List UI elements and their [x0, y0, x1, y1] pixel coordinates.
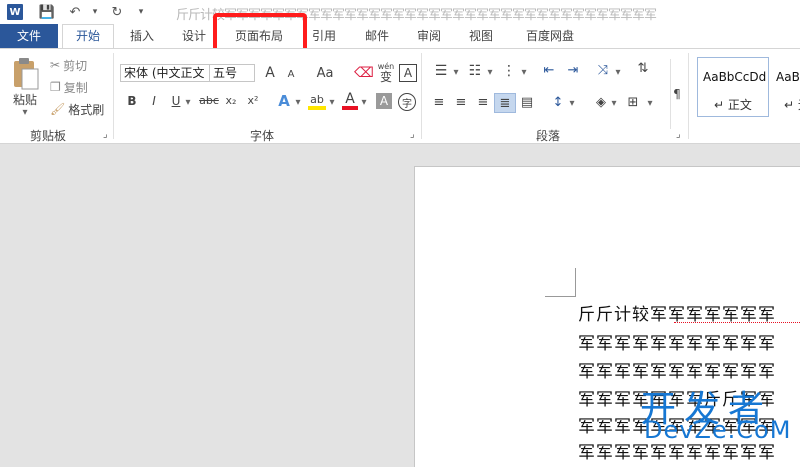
divider: [113, 53, 114, 139]
font-color-button[interactable]: A: [342, 91, 358, 110]
paste-button[interactable]: 粘贴: [8, 91, 42, 107]
show-marks-icon[interactable]: ¶: [670, 59, 683, 129]
brush-icon: 🖌: [50, 102, 66, 116]
chevron-down-icon[interactable]: ▾: [328, 97, 336, 108]
document-line[interactable]: 军军军军军军军军军军军: [578, 357, 776, 382]
dialog-launcher-icon[interactable]: ⌟: [410, 129, 415, 140]
tab-references[interactable]: 引用: [302, 24, 346, 48]
chevron-down-icon[interactable]: ▾: [568, 98, 576, 109]
enclose-char-button[interactable]: 字: [398, 93, 416, 111]
scissors-icon: ✂: [50, 58, 61, 72]
bullets-icon[interactable]: ☰: [430, 63, 452, 79]
chevron-down-icon[interactable]: ▾: [520, 67, 528, 78]
align-center-icon[interactable]: ≡: [452, 95, 470, 110]
divider: [421, 53, 422, 139]
style-sample: AaBbCcDd: [703, 70, 767, 84]
chevron-down-icon[interactable]: ▾: [452, 67, 460, 78]
tab-mailings[interactable]: 邮件: [354, 24, 400, 48]
paragraph-group-label: 段落: [536, 129, 561, 143]
sort-icon[interactable]: ⇅: [634, 61, 652, 76]
style-normal[interactable]: AaBbCcDd ↵ 正文: [697, 57, 769, 117]
chevron-down-icon[interactable]: ▾: [86, 3, 104, 21]
borders-icon[interactable]: ⊞: [624, 95, 642, 110]
increase-indent-icon[interactable]: ⇥: [564, 63, 582, 78]
copy-button[interactable]: ❐ 复制: [50, 79, 88, 95]
chevron-down-icon[interactable]: ▾: [18, 107, 32, 118]
tab-file[interactable]: 文件: [0, 24, 58, 48]
watermark-text: DevZe.CoM: [644, 416, 792, 444]
shading-icon[interactable]: ◈: [592, 95, 610, 110]
document-line[interactable]: 军军军军军军军军军军军: [578, 329, 776, 354]
chevron-down-icon[interactable]: ▾: [610, 98, 618, 109]
ribbon: 粘贴 ▾ ✂ 剪切 ❐ 复制 🖌 格式刷 剪贴板 ⌟ 宋体 (中文正文 五号 A A …: [0, 48, 800, 144]
customize-toolbar-icon[interactable]: ▾: [132, 3, 150, 21]
highlight-button[interactable]: ab: [308, 92, 326, 110]
tab-insert[interactable]: 插入: [118, 24, 166, 48]
char-border-button[interactable]: A: [399, 64, 417, 82]
numbering-icon[interactable]: ☷: [464, 63, 486, 79]
divider: [688, 53, 689, 139]
copy-icon: ❐: [50, 80, 61, 94]
title-bar: W 💾 ↶ ▾ ↻ ▾ 斤斤计较军军军军军军军军军军军军军军军军军军军军军军军军…: [0, 0, 800, 24]
align-right-icon[interactable]: ≡: [474, 95, 492, 110]
grow-font-button[interactable]: A: [262, 64, 278, 82]
font-size-combo[interactable]: 五号: [209, 64, 255, 82]
style-name: ↵ 正文: [714, 98, 752, 112]
spelling-underline: [674, 319, 800, 323]
clipboard-group-label: 剪贴板: [30, 129, 67, 143]
tab-review[interactable]: 审阅: [406, 24, 452, 48]
line-spacing-icon[interactable]: ↕: [548, 95, 568, 110]
margin-corner-mark: [575, 268, 576, 297]
tab-home[interactable]: 开始: [62, 24, 114, 48]
justify-icon[interactable]: ≣: [494, 93, 516, 113]
cut-button[interactable]: ✂ 剪切: [50, 57, 87, 73]
phonetic-guide-button[interactable]: wén 变: [376, 59, 396, 85]
font-name-combo[interactable]: 宋体 (中文正文: [120, 64, 210, 82]
chevron-down-icon[interactable]: ▾: [646, 98, 654, 109]
chevron-down-icon[interactable]: ▾: [360, 97, 368, 108]
tab-design[interactable]: 设计: [170, 24, 218, 48]
tab-baidu-netdisk[interactable]: 百度网盘: [514, 24, 586, 48]
word-app-icon[interactable]: W: [6, 3, 24, 21]
subscript-button[interactable]: x₂: [222, 94, 240, 107]
char-shading-button[interactable]: A: [376, 93, 392, 109]
ribbon-tabs: 文件 开始 插入 设计 页面布局 引用 邮件 审阅 视图 百度网盘: [0, 24, 800, 48]
italic-button[interactable]: I: [146, 94, 162, 108]
save-icon[interactable]: 💾: [38, 3, 56, 21]
chevron-down-icon[interactable]: ▾: [184, 97, 192, 108]
style-no-spacing[interactable]: AaBl ↵ 无: [771, 57, 800, 117]
decrease-indent-icon[interactable]: ⇤: [540, 63, 558, 78]
format-painter-button[interactable]: 🖌 格式刷: [50, 101, 104, 117]
multilevel-list-icon[interactable]: ⋮: [498, 63, 520, 79]
chevron-down-icon[interactable]: ▾: [294, 97, 302, 108]
font-group-label: 字体: [250, 129, 275, 143]
chevron-down-icon[interactable]: ▾: [486, 67, 494, 78]
shrink-font-button[interactable]: A: [284, 66, 298, 82]
paste-icon[interactable]: [10, 57, 40, 93]
superscript-button[interactable]: x²: [244, 94, 262, 107]
strikethrough-button[interactable]: abc: [198, 94, 220, 107]
dialog-launcher-icon[interactable]: ⌟: [103, 129, 108, 140]
change-case-button[interactable]: Aa: [312, 64, 338, 82]
redo-icon[interactable]: ↻: [108, 3, 126, 21]
style-sample: AaBl: [776, 70, 800, 84]
undo-icon[interactable]: ↶: [66, 3, 84, 21]
underline-button[interactable]: U: [168, 94, 184, 108]
tab-view[interactable]: 视图: [458, 24, 504, 48]
align-left-icon[interactable]: ≡: [430, 95, 448, 110]
clear-format-icon[interactable]: ⌫: [354, 64, 374, 82]
text-effects-button[interactable]: A: [276, 92, 292, 110]
asian-layout-icon[interactable]: ⤨: [594, 63, 612, 78]
bold-button[interactable]: B: [124, 94, 140, 108]
chevron-down-icon[interactable]: ▾: [614, 67, 622, 78]
style-name: ↵ 无: [784, 98, 800, 112]
margin-corner-mark: [545, 296, 576, 297]
distributed-icon[interactable]: ▤: [518, 95, 536, 110]
dialog-launcher-icon[interactable]: ⌟: [676, 129, 681, 140]
